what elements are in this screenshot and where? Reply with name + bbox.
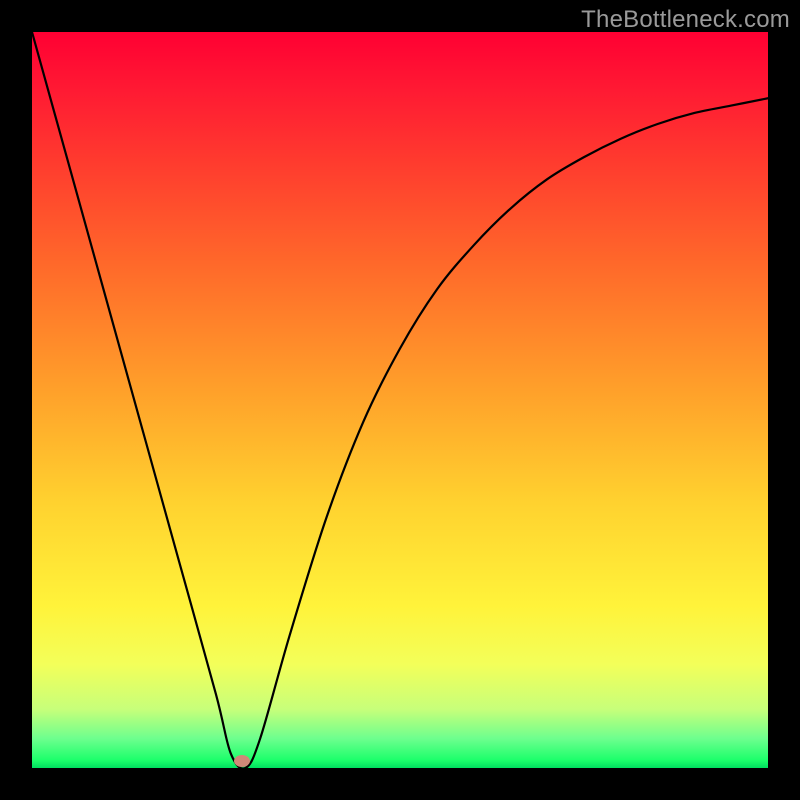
- bottleneck-curve: [32, 32, 768, 768]
- chart-frame: TheBottleneck.com: [0, 0, 800, 800]
- curve-path: [32, 32, 768, 769]
- selected-point-marker: [234, 755, 250, 767]
- plot-area: [32, 32, 768, 768]
- watermark-label: TheBottleneck.com: [581, 6, 790, 34]
